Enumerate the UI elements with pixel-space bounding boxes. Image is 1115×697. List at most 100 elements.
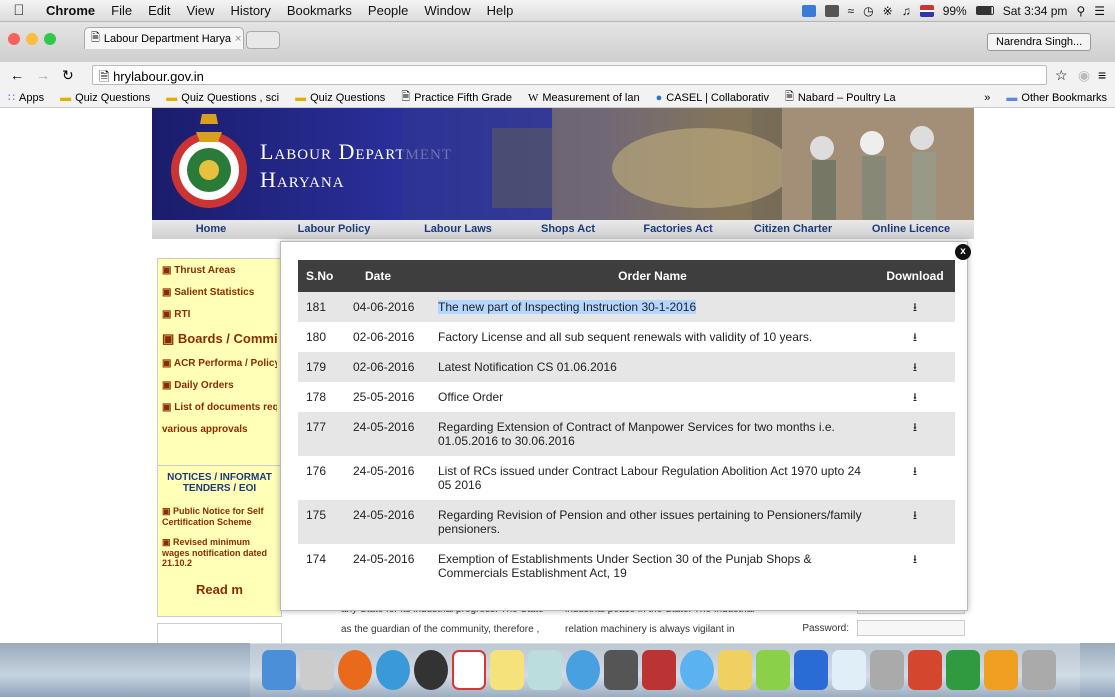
- cell-order-name[interactable]: Regarding Revision of Pension and other …: [430, 500, 875, 544]
- menu-view[interactable]: View: [178, 3, 222, 18]
- messages-icon[interactable]: [566, 650, 600, 690]
- minimize-window-button[interactable]: [26, 33, 38, 45]
- dropbox-icon[interactable]: [801, 4, 816, 17]
- textedit-icon[interactable]: [718, 650, 752, 690]
- bookmark-item[interactable]: ▬ Quiz Questions , sci: [158, 92, 287, 104]
- download-icon[interactable]: ⭳: [875, 292, 955, 322]
- link-various-approvals[interactable]: various approvals: [162, 424, 277, 435]
- nav-labour-laws[interactable]: Labour Laws: [398, 220, 518, 239]
- outlook-icon[interactable]: [984, 650, 1018, 690]
- volume-icon[interactable]: ♫: [902, 4, 911, 18]
- link-boards-committees[interactable]: ▣ Boards / Committ: [162, 331, 277, 347]
- link-list-of-documents[interactable]: ▣ List of documents req: [162, 402, 277, 413]
- extension-icon[interactable]: ◉: [1078, 67, 1090, 84]
- close-window-button[interactable]: [8, 33, 20, 45]
- bookmark-apps[interactable]: ∷ Apps: [0, 91, 52, 105]
- launchpad-icon[interactable]: [300, 650, 334, 690]
- bookmark-item[interactable]: 🗎 Practice Fifth Grade: [393, 88, 520, 107]
- bookmark-item[interactable]: W Measurement of lan: [520, 92, 648, 104]
- cell-order-name[interactable]: Factory License and all sub sequent rene…: [430, 322, 875, 352]
- dropbox-sync-icon[interactable]: [824, 4, 839, 17]
- download-icon[interactable]: ⭳: [875, 456, 955, 500]
- menu-file[interactable]: File: [103, 3, 140, 18]
- cell-order-name[interactable]: Exemption of Establishments Under Sectio…: [430, 544, 875, 588]
- spotlight-icon[interactable]: ⚲: [1076, 4, 1085, 18]
- modal-close-button[interactable]: x: [955, 244, 971, 260]
- link-thrust-areas[interactable]: ▣ Thrust Areas: [162, 265, 277, 276]
- time-machine-icon[interactable]: ◷: [863, 4, 873, 18]
- keynote-icon[interactable]: [832, 650, 866, 690]
- bookmark-item[interactable]: 🗎 Nabard – Poultry La: [777, 88, 904, 107]
- other-bookmarks[interactable]: ▬ Other Bookmarks: [998, 92, 1115, 104]
- safari-icon[interactable]: [376, 650, 410, 690]
- bookmark-item[interactable]: ▬ Quiz Questions: [287, 92, 393, 104]
- cell-order-name[interactable]: The new part of Inspecting Instruction 3…: [430, 292, 875, 322]
- browser-tab[interactable]: 🗎 Labour Department Harya ×: [84, 27, 244, 49]
- notice-item[interactable]: ▣ Revised minimum wages notification dat…: [162, 537, 277, 568]
- menu-history[interactable]: History: [222, 3, 278, 18]
- notes-icon[interactable]: [490, 650, 524, 690]
- notification-center-icon[interactable]: ☰: [1094, 4, 1105, 18]
- nav-labour-policy[interactable]: Labour Policy: [270, 220, 398, 239]
- nav-citizen-charter[interactable]: Citizen Charter: [738, 220, 848, 239]
- tab-close-icon[interactable]: ×: [235, 33, 241, 45]
- facetime-icon[interactable]: [604, 650, 638, 690]
- photo-booth-icon[interactable]: [642, 650, 676, 690]
- trash-icon[interactable]: [1022, 650, 1056, 690]
- menu-help[interactable]: Help: [479, 3, 522, 18]
- profile-button[interactable]: Narendra Singh...: [987, 33, 1092, 51]
- download-icon[interactable]: ⭳: [875, 322, 955, 352]
- menu-bookmarks[interactable]: Bookmarks: [279, 3, 360, 18]
- firefox-icon[interactable]: [338, 650, 372, 690]
- nav-shops-act[interactable]: Shops Act: [518, 220, 618, 239]
- excel-icon[interactable]: [946, 650, 980, 690]
- download-icon[interactable]: ⭳: [875, 412, 955, 456]
- system-preferences-icon[interactable]: [414, 650, 448, 690]
- cell-order-name[interactable]: Latest Notification CS 01.06.2016: [430, 352, 875, 382]
- download-icon[interactable]: ⭳: [875, 544, 955, 588]
- link-rti[interactable]: ▣ RTI: [162, 309, 277, 320]
- word-icon[interactable]: [794, 650, 828, 690]
- download-icon[interactable]: ⭳: [875, 352, 955, 382]
- battery-percent[interactable]: 99%: [943, 4, 967, 18]
- cell-order-name[interactable]: List of RCs issued under Contract Labour…: [430, 456, 875, 500]
- bookmark-item[interactable]: ▬ Quiz Questions: [52, 92, 158, 104]
- menu-app-chrome[interactable]: Chrome: [38, 3, 103, 18]
- nav-factories-act[interactable]: Factories Act: [618, 220, 738, 239]
- powerpoint-icon[interactable]: [908, 650, 942, 690]
- new-tab-button[interactable]: [246, 31, 280, 49]
- reload-icon[interactable]: ↻: [62, 67, 74, 84]
- nav-online-licence[interactable]: Online Licence: [848, 220, 974, 239]
- bookmark-item[interactable]: ● CASEL | Collaborativ: [648, 92, 777, 104]
- download-icon[interactable]: ⭳: [875, 500, 955, 544]
- read-more-link[interactable]: Read m: [162, 582, 277, 597]
- finder-icon[interactable]: [262, 650, 296, 690]
- link-daily-orders[interactable]: ▣ Daily Orders: [162, 380, 277, 391]
- password-field[interactable]: [857, 620, 965, 636]
- url-bar[interactable]: 🗎 hrylabour.gov.in: [92, 65, 1047, 85]
- notice-item[interactable]: ▣ Public Notice for Self Certification S…: [162, 506, 277, 527]
- menu-icon[interactable]: ≡: [1098, 67, 1106, 83]
- star-icon[interactable]: ☆: [1055, 67, 1068, 84]
- wifi-icon[interactable]: ≈: [848, 4, 855, 18]
- forward-icon[interactable]: →: [36, 67, 50, 83]
- bookmark-overflow[interactable]: »: [976, 92, 998, 104]
- nav-home[interactable]: Home: [152, 220, 270, 239]
- menu-window[interactable]: Window: [416, 3, 478, 18]
- cell-order-name[interactable]: Office Order: [430, 382, 875, 412]
- cell-order-name[interactable]: Regarding Extension of Contract of Manpo…: [430, 412, 875, 456]
- menu-people[interactable]: People: [360, 3, 416, 18]
- back-icon[interactable]: ←: [10, 67, 24, 83]
- apple-icon[interactable]: : [0, 2, 38, 19]
- preview-icon[interactable]: [528, 650, 562, 690]
- link-acr-performa[interactable]: ▣ ACR Performa / Policy: [162, 358, 277, 369]
- clock[interactable]: Sat 3:34 pm: [1003, 4, 1068, 18]
- battery-icon[interactable]: [975, 6, 994, 15]
- menu-edit[interactable]: Edit: [140, 3, 178, 18]
- zoom-window-button[interactable]: [44, 33, 56, 45]
- flag-icon[interactable]: [919, 4, 934, 17]
- app-store-icon[interactable]: [680, 650, 714, 690]
- calendar-icon[interactable]: [452, 650, 486, 690]
- bluetooth-icon[interactable]: ※: [883, 4, 893, 18]
- link-salient-statistics[interactable]: ▣ Salient Statistics: [162, 287, 277, 298]
